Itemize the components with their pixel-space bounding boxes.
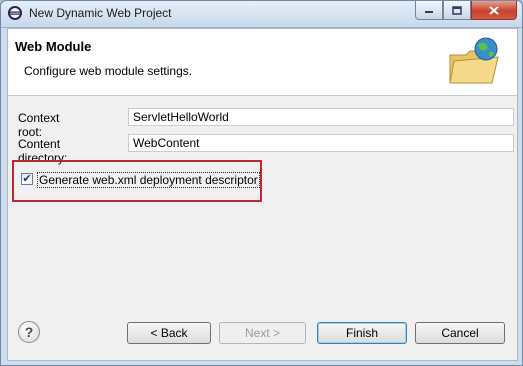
close-button[interactable] [471, 1, 517, 20]
maximize-button[interactable] [443, 1, 471, 20]
minimize-icon [425, 11, 433, 13]
checkmark-icon: ✔ [22, 172, 32, 185]
cancel-button[interactable]: Cancel [415, 322, 505, 344]
minimize-button[interactable] [415, 1, 443, 20]
title-bar[interactable]: New Dynamic Web Project [1, 1, 522, 28]
generate-web-xml-label[interactable]: Generate web.xml deployment descriptor [37, 172, 260, 188]
context-root-input[interactable] [128, 108, 514, 126]
finish-button[interactable]: Finish [317, 322, 407, 344]
help-button[interactable]: ? [18, 321, 40, 343]
eclipse-icon [8, 6, 22, 20]
dialog-content: Web Module Configure web module settings… [7, 28, 518, 361]
highlight-box: ✔ Generate web.xml deployment descriptor [12, 160, 262, 202]
next-button[interactable]: Next > [219, 322, 306, 344]
generate-web-xml-checkbox[interactable]: ✔ [21, 173, 33, 185]
wizard-banner: Web Module Configure web module settings… [8, 29, 517, 96]
page-description: Configure web module settings. [24, 64, 193, 78]
back-button[interactable]: < Back [127, 322, 211, 344]
context-root-label: Context root: [18, 111, 60, 139]
help-icon: ? [24, 324, 34, 340]
folder-globe-icon [449, 37, 499, 84]
window-controls [415, 1, 517, 20]
close-icon [489, 5, 499, 15]
dialog-window: New Dynamic Web Project Web Module Confi… [0, 0, 523, 366]
maximize-icon [452, 5, 462, 15]
page-title: Web Module [15, 39, 92, 54]
content-directory-input[interactable] [128, 134, 514, 152]
window-title: New Dynamic Web Project [29, 6, 172, 20]
